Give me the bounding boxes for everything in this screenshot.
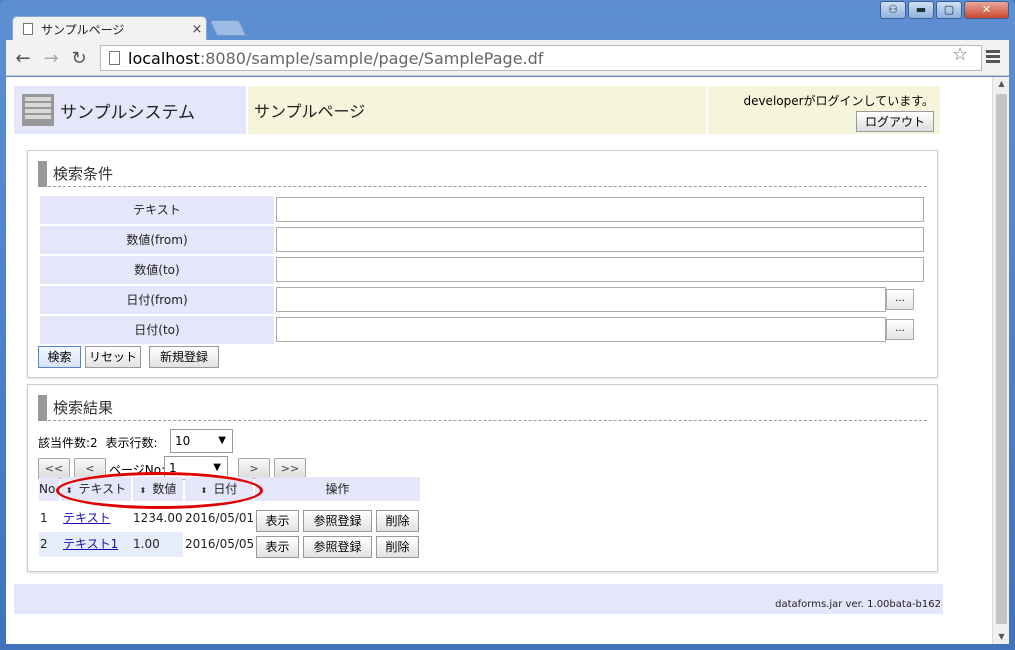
delete-button[interactable]: 削除 — [376, 510, 419, 532]
cell-no: 1 — [40, 511, 48, 525]
browser-toolbar: ← → ↻ localhost:8080/sample/sample/page/… — [6, 40, 1009, 76]
search-button[interactable]: 検索 — [38, 346, 81, 368]
last-page-button[interactable]: >> — [274, 458, 306, 479]
reference-register-button[interactable]: 参照登録 — [303, 510, 372, 532]
page-icon — [23, 23, 33, 35]
search-title-text: 検索条件 — [53, 165, 114, 183]
forward-arrow-icon[interactable]: → — [40, 48, 62, 69]
footer: dataforms.jar ver. 1.00bata-b162 — [14, 584, 943, 614]
view-button[interactable]: 表示 — [256, 536, 299, 558]
system-name: サンプルシステム — [60, 102, 195, 123]
date-to-picker-button[interactable]: ... — [886, 319, 914, 340]
hit-count-text: 該当件数:2 — [38, 436, 98, 450]
url-path: :8080/sample/sample/page/SamplePage.df — [199, 48, 544, 68]
label-number-from: 数値(from) — [40, 226, 274, 254]
reset-button[interactable]: リセット — [85, 346, 141, 368]
reload-icon[interactable]: ↻ — [68, 48, 90, 69]
version-text: dataforms.jar ver. 1.00bata-b162 — [775, 599, 941, 610]
text-input[interactable] — [276, 197, 924, 222]
cell-no: 2 — [39, 532, 61, 557]
search-panel: 検索条件 テキスト 数値(from) 数値(to) 日付(from) ... 日… — [27, 150, 938, 378]
date-from-input[interactable] — [276, 287, 886, 312]
tab-strip: サンプルページ × ⚇ ▬ ▢ ✕ — [0, 0, 1015, 41]
column-header-ops: 操作 — [255, 477, 420, 501]
text-link[interactable]: テキスト1 — [63, 537, 118, 551]
view-button[interactable]: 表示 — [256, 510, 299, 532]
close-tab-icon[interactable]: × — [188, 22, 206, 37]
next-page-button[interactable]: > — [238, 458, 270, 479]
scroll-down-icon[interactable]: ▼ — [993, 630, 1010, 644]
results-panel-title: 検索結果 — [38, 394, 927, 421]
browser-tab[interactable]: サンプルページ × — [12, 16, 207, 41]
close-window-button[interactable]: ✕ — [964, 1, 1009, 19]
cell-date: 2016/05/05 — [185, 537, 255, 551]
window-controls: ⚇ ▬ ▢ ✕ — [880, 1, 1009, 19]
new-tab-button[interactable] — [209, 20, 247, 36]
label-date-to: 日付(to) — [40, 316, 274, 344]
address-bar[interactable]: localhost:8080/sample/sample/page/Sample… — [100, 45, 982, 71]
reference-register-button[interactable]: 参照登録 — [303, 536, 372, 558]
scroll-up-icon[interactable]: ▲ — [993, 77, 1010, 91]
number-from-input[interactable] — [276, 227, 924, 252]
cell-number: 1.00 — [131, 532, 183, 557]
login-area: developerがログインしています。 ログアウト — [708, 86, 940, 134]
page-content: サンプルシステム サンプルページ developerがログインしています。 ログ… — [6, 77, 992, 644]
number-to-input[interactable] — [276, 257, 924, 282]
logout-button[interactable]: ログアウト — [855, 111, 934, 132]
date-to-input[interactable] — [276, 317, 886, 342]
scroll-thumb[interactable] — [996, 94, 1007, 624]
page-title: サンプルページ — [248, 86, 706, 134]
maximize-button[interactable]: ▢ — [936, 1, 962, 19]
tab-title: サンプルページ — [41, 22, 125, 37]
header-system: サンプルシステム — [14, 86, 246, 134]
rows-per-page-label: 表示行数: — [105, 436, 158, 450]
cell-date: 2016/05/01 — [185, 511, 255, 525]
label-text: テキスト — [40, 196, 274, 224]
title-bar-marker — [38, 160, 47, 187]
cell-number: 1234.00 — [133, 511, 183, 525]
rows-per-page-select[interactable]: 10 ▼ — [170, 429, 233, 453]
red-annotation-ellipse — [56, 472, 263, 509]
user-icon[interactable]: ⚇ — [880, 1, 906, 19]
menu-icon[interactable] — [986, 50, 1000, 65]
back-arrow-icon[interactable]: ← — [12, 48, 34, 69]
title-bar-marker — [38, 394, 47, 421]
minimize-button[interactable]: ▬ — [908, 1, 934, 19]
hit-count: 該当件数:2 表示行数: — [38, 434, 158, 451]
bookmark-star-icon[interactable]: ☆ — [952, 44, 968, 65]
results-title-text: 検索結果 — [53, 399, 114, 417]
text-link[interactable]: テキスト — [63, 511, 111, 525]
login-message: developerがログインしています。 — [743, 94, 934, 108]
page-icon — [109, 51, 120, 65]
first-page-button[interactable]: << — [38, 458, 70, 479]
dropdown-arrow-icon: ▼ — [218, 435, 226, 446]
browser-window: サンプルページ × ⚇ ▬ ▢ ✕ ← → ↻ localhost:8080/s… — [0, 0, 1015, 650]
search-panel-title: 検索条件 — [38, 160, 927, 187]
delete-button[interactable]: 削除 — [376, 536, 419, 558]
url-host: localhost — [128, 48, 200, 68]
new-register-button[interactable]: 新規登録 — [149, 346, 219, 368]
date-from-picker-button[interactable]: ... — [886, 289, 914, 310]
label-date-from: 日付(from) — [40, 286, 274, 314]
rows-per-page-value: 10 — [175, 434, 191, 448]
vertical-scrollbar[interactable]: ▲ ▼ — [992, 77, 1009, 644]
label-number-to: 数値(to) — [40, 256, 274, 284]
system-logo-icon — [22, 94, 54, 126]
